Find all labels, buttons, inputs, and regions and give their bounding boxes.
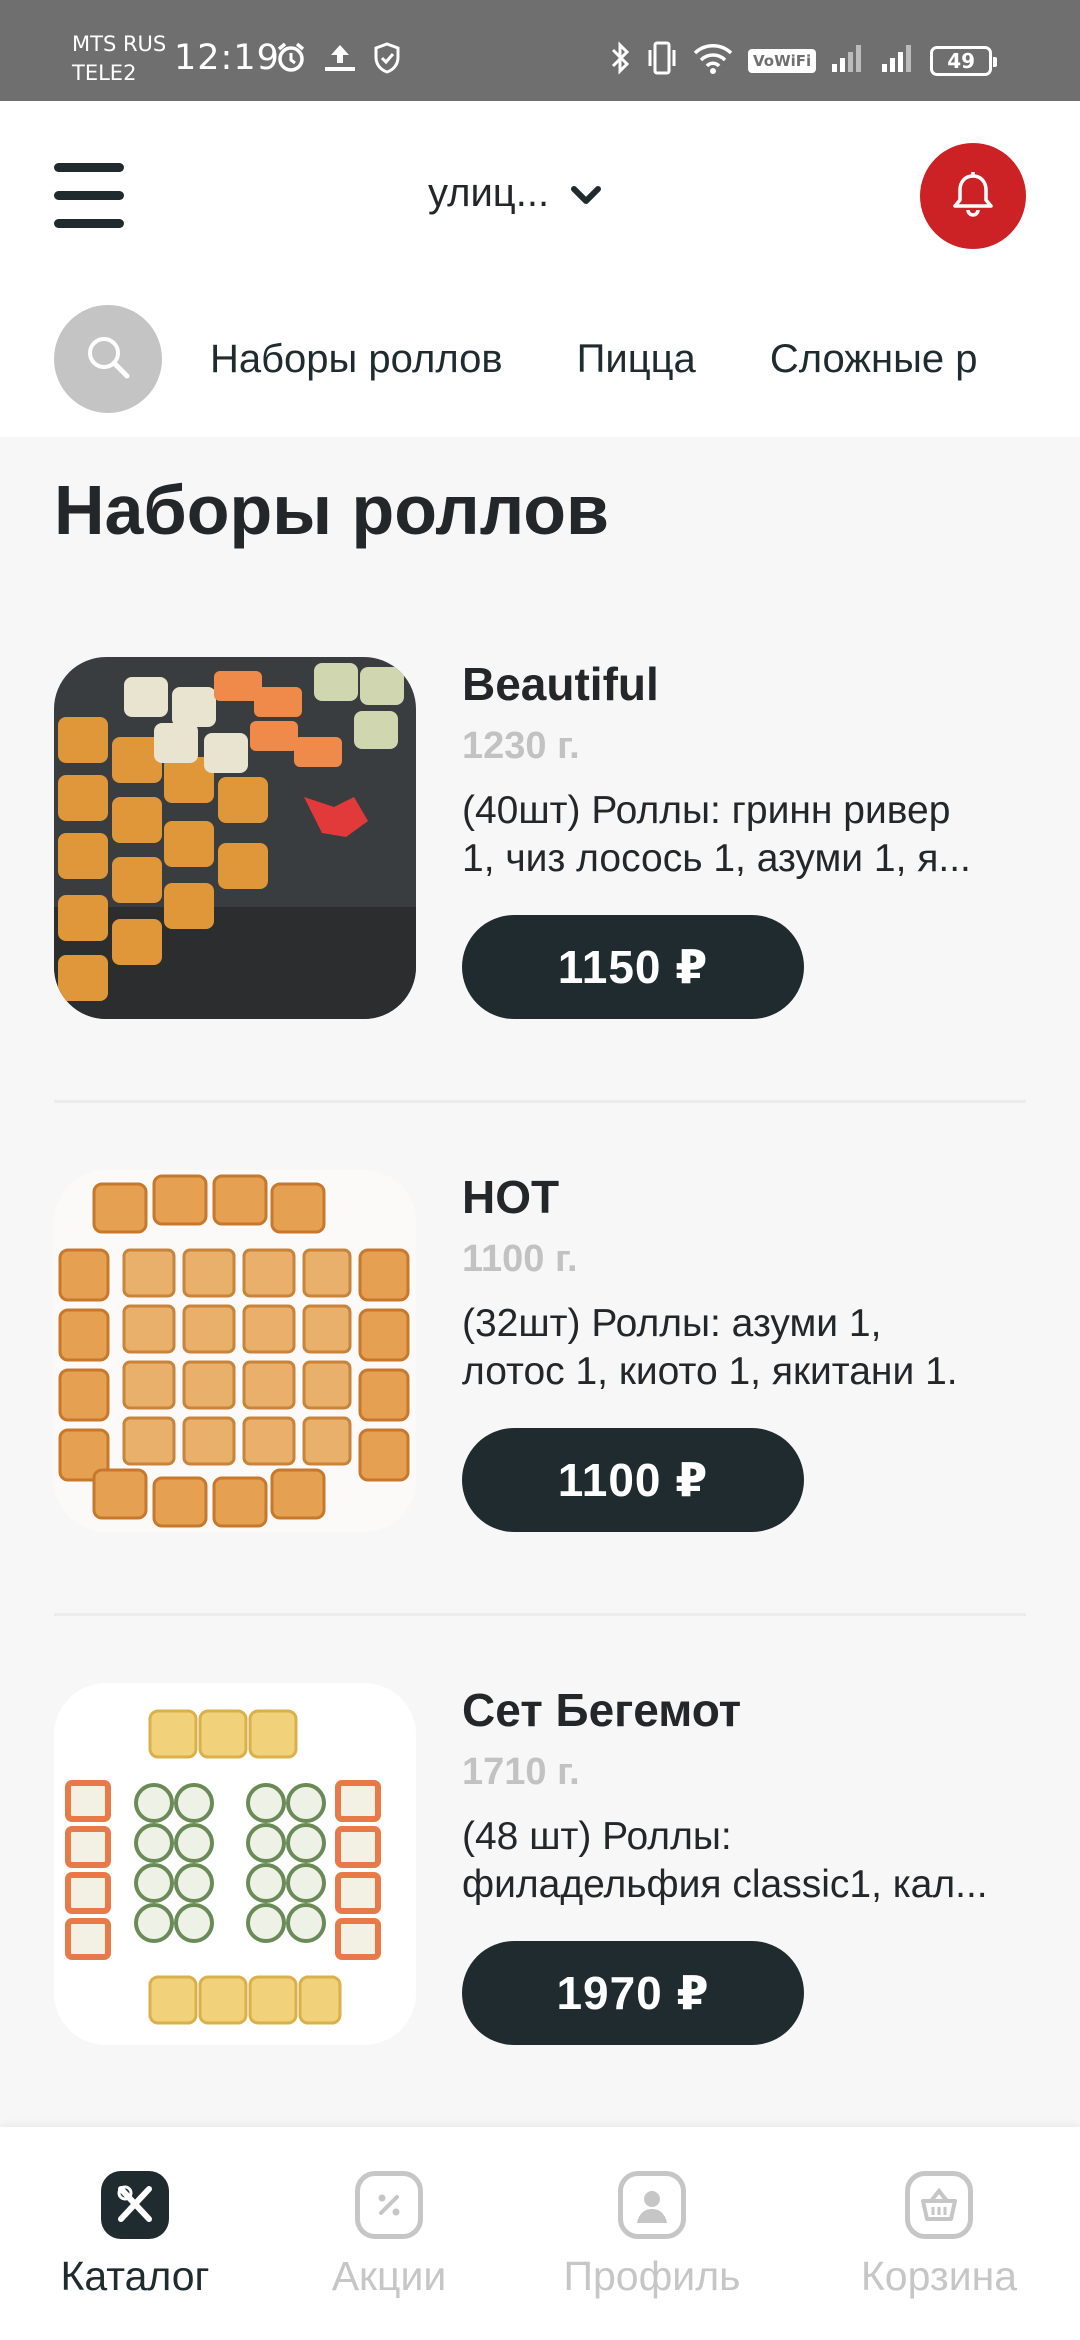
category-tabs: Наборы роллов Пицца Сложные р bbox=[210, 331, 1028, 391]
carrier-1: MTS RUS bbox=[72, 32, 167, 56]
divider bbox=[54, 1613, 1026, 1616]
product-description: (40шт) Роллы: гринн ривер 1, чиз лосось … bbox=[462, 789, 971, 880]
vibrate-icon bbox=[646, 40, 678, 81]
bluetooth-icon bbox=[610, 40, 632, 81]
product-image[interactable] bbox=[54, 1170, 416, 1532]
status-time: 12:19 bbox=[174, 38, 280, 78]
notifications-button[interactable] bbox=[920, 143, 1026, 249]
profile-icon bbox=[618, 2171, 686, 2239]
tab-complex-rolls[interactable]: Сложные р bbox=[770, 331, 978, 387]
nav-cart[interactable]: Корзина bbox=[819, 2171, 1059, 2300]
address-selector[interactable]: улиц... bbox=[428, 171, 602, 216]
price-button[interactable]: 1100 ₽ bbox=[462, 1428, 804, 1532]
signal-icon bbox=[830, 42, 866, 79]
discount-icon bbox=[355, 2171, 423, 2239]
product-card[interactable]: HOT 1100 г. (32шт) Роллы: азуми 1, лотос… bbox=[54, 1170, 1026, 1532]
price-button[interactable]: 1150 ₽ bbox=[462, 915, 804, 1019]
app-header: улиц... Наборы роллов Пицца Сложные р bbox=[0, 101, 1080, 437]
battery-level: 49 bbox=[947, 48, 976, 73]
product-name: Сет Бегемот bbox=[462, 1684, 742, 1736]
product-card[interactable]: Beautiful 1230 г. (40шт) Роллы: гринн ри… bbox=[54, 657, 1026, 1019]
section-title: Наборы роллов bbox=[54, 471, 610, 549]
search-button[interactable] bbox=[54, 305, 162, 413]
catalog-icon bbox=[101, 2171, 169, 2239]
product-description: (48 шт) Роллы: филадельфия classic1, кал… bbox=[462, 1815, 988, 1906]
product-name: Beautiful bbox=[462, 658, 659, 710]
upload-icon bbox=[322, 41, 358, 80]
tab-roll-sets[interactable]: Наборы роллов bbox=[210, 331, 503, 387]
menu-button[interactable] bbox=[54, 163, 124, 228]
address-text: улиц... bbox=[428, 171, 550, 215]
product-weight: 1710 г. bbox=[462, 1751, 580, 1793]
nav-label: Профиль bbox=[563, 2253, 741, 2299]
vowifi-badge: VoWiFi bbox=[748, 48, 817, 73]
divider bbox=[54, 1100, 1026, 1103]
status-bar: MTS RUS TELE2 12:19 VoWiFi 49 bbox=[0, 0, 1080, 101]
nav-catalog[interactable]: Каталог bbox=[15, 2171, 255, 2300]
nav-profile[interactable]: Профиль bbox=[532, 2171, 772, 2300]
nav-promotions[interactable]: Акции bbox=[269, 2171, 509, 2300]
bottom-navigation: Каталог Акции Профиль Корзина bbox=[0, 2127, 1080, 2340]
product-name: HOT bbox=[462, 1171, 560, 1223]
carrier-names: MTS RUS TELE2 bbox=[72, 30, 166, 88]
product-description: (32шт) Роллы: азуми 1, лотос 1, киото 1,… bbox=[462, 1302, 958, 1393]
tab-pizza[interactable]: Пицца bbox=[577, 331, 696, 387]
basket-icon bbox=[905, 2171, 973, 2239]
bell-icon bbox=[950, 170, 996, 223]
nav-label: Корзина bbox=[860, 2253, 1018, 2299]
nav-label: Акции bbox=[331, 2253, 447, 2299]
signal-icon bbox=[880, 42, 916, 79]
product-card[interactable]: Сет Бегемот 1710 г. (48 шт) Роллы: филад… bbox=[54, 1683, 1026, 2045]
nav-label: Каталог bbox=[60, 2253, 210, 2299]
product-image[interactable] bbox=[54, 657, 416, 1019]
price-button[interactable]: 1970 ₽ bbox=[462, 1941, 804, 2045]
battery-icon: 49 bbox=[930, 45, 998, 76]
alarm-icon bbox=[274, 41, 308, 80]
shield-icon bbox=[372, 41, 402, 80]
wifi-icon bbox=[692, 41, 734, 80]
search-icon bbox=[83, 332, 133, 387]
chevron-down-icon bbox=[571, 171, 602, 216]
product-weight: 1230 г. bbox=[462, 725, 580, 767]
carrier-2: TELE2 bbox=[72, 61, 137, 85]
product-weight: 1100 г. bbox=[462, 1238, 578, 1280]
hamburger-icon bbox=[54, 163, 124, 172]
product-image[interactable] bbox=[54, 1683, 416, 2045]
